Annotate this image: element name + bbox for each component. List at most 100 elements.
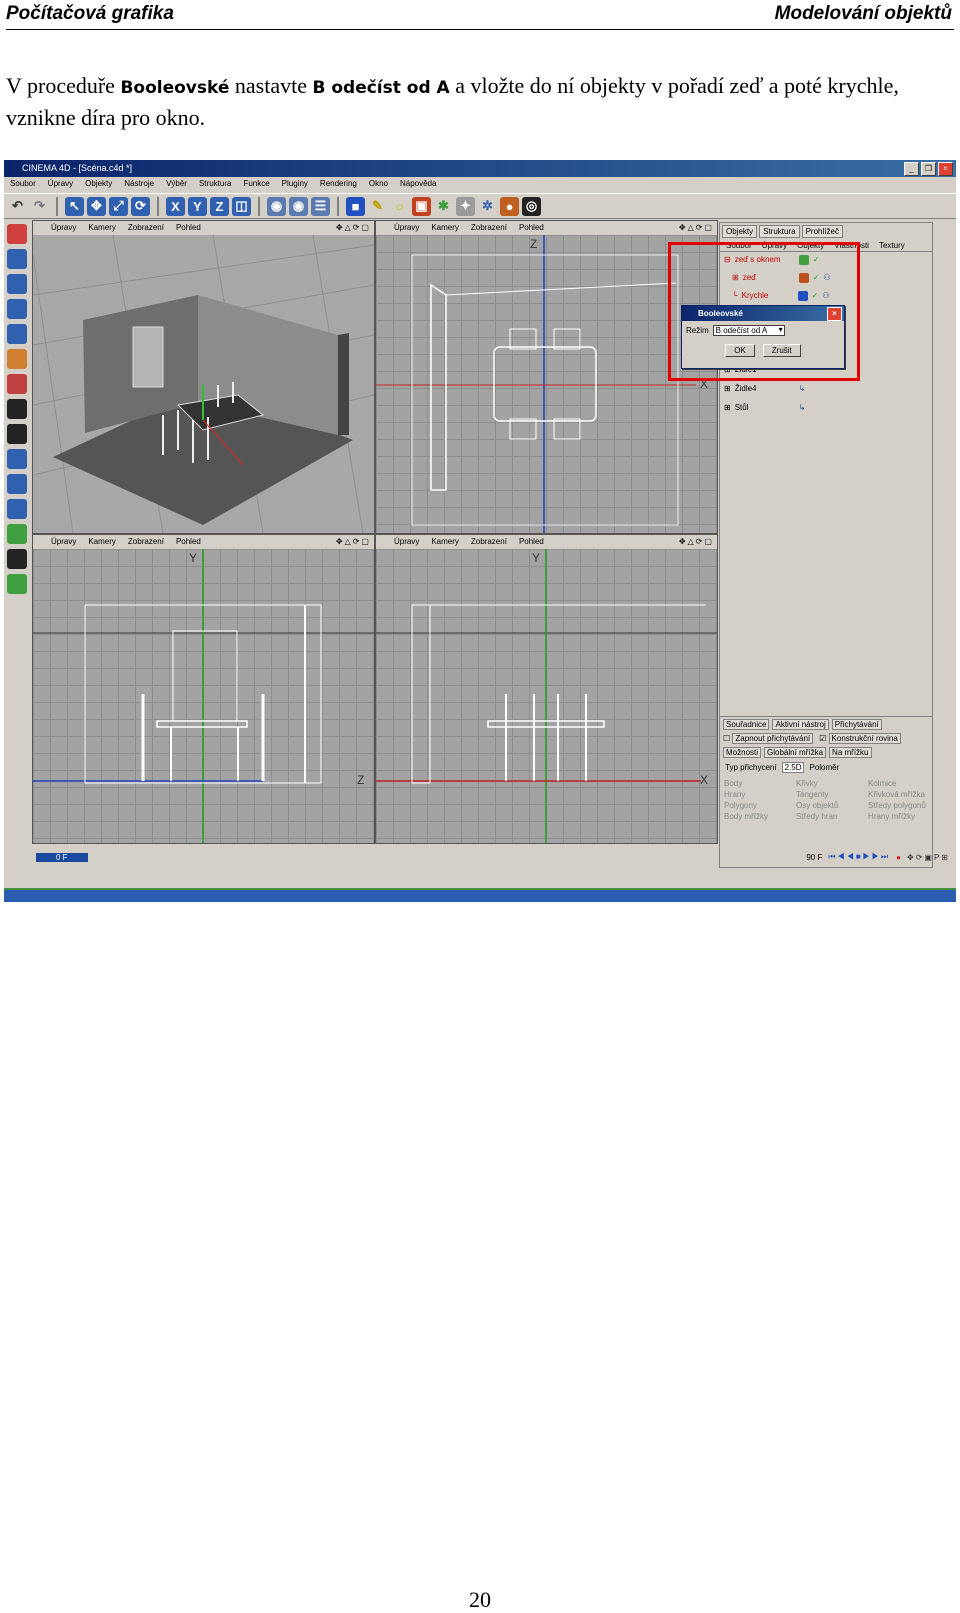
viewport-menu-item[interactable]: Kamery (431, 221, 459, 235)
tool-icon[interactable] (7, 549, 27, 569)
snap-option[interactable]: Hrany (724, 790, 794, 799)
y-axis-icon[interactable]: Y (188, 196, 207, 216)
snap-option[interactable]: Polygony (724, 801, 794, 810)
undo-icon[interactable]: ↶ (8, 197, 27, 216)
tab-browser[interactable]: Prohlížeč (801, 225, 843, 238)
viewport-top[interactable]: Úpravy Kamery Zobrazení Pohled ✥△⟳▢ Z X (375, 220, 718, 534)
viewport-menu-item[interactable]: Pohled (176, 535, 201, 549)
subtab-global-grid[interactable]: Globální mřížka (764, 747, 827, 758)
tab-snapping[interactable]: Přichytávání (831, 719, 882, 730)
array-icon[interactable]: ▣ (412, 196, 431, 216)
tool-icon[interactable] (7, 349, 27, 369)
spline-icon[interactable]: ✎ (368, 197, 387, 216)
tab-active-tool[interactable]: Aktivní nástroj (772, 719, 829, 730)
material-icon[interactable]: ● (500, 196, 519, 216)
tool-icon[interactable] (7, 374, 27, 394)
menu-item[interactable]: Nápověda (400, 177, 436, 191)
viewport-controls-icon[interactable]: ✥△⟳▢ (679, 535, 714, 549)
menu-item[interactable]: Pluginy (282, 177, 308, 191)
snap-option[interactable]: Body (724, 779, 794, 788)
current-frame[interactable]: 0 F (36, 852, 88, 862)
viewport-menu-item[interactable]: Pohled (176, 221, 201, 235)
menu-item[interactable]: Výběr (166, 177, 187, 191)
render-view-icon[interactable]: ◉ (267, 196, 286, 216)
viewport-menu-item[interactable]: Úpravy (394, 221, 419, 235)
viewport-menu-item[interactable]: Zobrazení (128, 535, 164, 549)
render-settings-icon[interactable]: ☰ (311, 196, 330, 216)
redo-icon[interactable]: ↷ (30, 197, 49, 216)
tool-icon[interactable] (7, 524, 27, 544)
subtab-to-grid[interactable]: Na mřížku (829, 747, 872, 758)
tool-icon[interactable] (7, 224, 27, 244)
tool-icon[interactable] (7, 574, 27, 594)
snap-option[interactable]: Hrany mřížky (868, 812, 938, 821)
nurbs-icon[interactable]: ○ (390, 197, 409, 216)
snap-option[interactable]: Body mřížky (724, 812, 794, 821)
menu-item[interactable]: Soubor (10, 177, 36, 191)
viewport-menu-item[interactable]: Pohled (519, 221, 544, 235)
subtab-options[interactable]: Možnosti (723, 747, 762, 758)
record-icon[interactable]: ● (896, 853, 901, 862)
viewport-side[interactable]: Úpravy Kamery Zobrazení Pohled ✥△⟳▢ Y X (375, 534, 718, 844)
viewport-menu-item[interactable]: Kamery (88, 535, 116, 549)
coordinate-system-icon[interactable]: ◫ (232, 196, 251, 216)
object-row[interactable]: ⊞ Židle4 ↳ (724, 382, 805, 396)
viewport-controls-icon[interactable]: ✥△⟳▢ (336, 221, 371, 235)
viewport-controls-icon[interactable]: ✥△⟳▢ (679, 221, 714, 235)
render-picture-icon[interactable]: ◉ (289, 196, 308, 216)
viewport-menu-item[interactable]: Úpravy (51, 221, 76, 235)
viewport-menu-item[interactable]: Zobrazení (128, 221, 164, 235)
scale-icon[interactable]: ⤢ (109, 196, 128, 216)
select-icon[interactable]: ↖ (65, 196, 84, 216)
tab-objects[interactable]: Objekty (722, 225, 758, 238)
rotate-icon[interactable]: ⟳ (131, 196, 150, 216)
tool-icon[interactable] (7, 449, 27, 469)
restore-icon[interactable]: ❐ (921, 162, 936, 176)
scene-icon[interactable]: ✲ (478, 197, 497, 216)
snap-option[interactable]: Křivková mřížka (868, 790, 938, 799)
menu-item[interactable]: Rendering (320, 177, 357, 191)
checker-icon[interactable] (7, 399, 27, 419)
enable-snap-checkbox[interactable]: ☐ Zapnout přichytávání (723, 733, 814, 744)
tool-icon[interactable] (7, 249, 27, 269)
viewport-controls-icon[interactable]: ✥△⟳▢ (336, 535, 371, 549)
playback-controls-icon[interactable]: ⏮◀◀■▶▶⏭ (828, 852, 890, 862)
viewport-menu-item[interactable]: Zobrazení (471, 221, 507, 235)
z-axis-icon[interactable]: Z (210, 196, 229, 216)
deformer-icon[interactable]: ✱ (434, 197, 453, 216)
snap-option[interactable]: Středy hran (796, 812, 866, 821)
menu-item[interactable]: Okno (369, 177, 388, 191)
objmenu-item[interactable]: Textury (879, 241, 905, 250)
tool-icon[interactable] (7, 324, 27, 344)
camera-icon[interactable]: ◎ (522, 196, 541, 216)
snap-type-select[interactable]: 2.5D (781, 762, 805, 773)
viewport-menu-item[interactable]: Kamery (88, 221, 116, 235)
menu-item[interactable]: Struktura (199, 177, 231, 191)
viewport-menu-item[interactable]: Kamery (431, 535, 459, 549)
viewport-perspective[interactable]: Úpravy Kamery Zobrazení Pohled ✥△⟳▢ (32, 220, 375, 534)
cube-icon[interactable]: ■ (346, 196, 365, 216)
menu-item[interactable]: Funkce (243, 177, 269, 191)
close-icon[interactable]: × (938, 162, 953, 176)
move-icon[interactable]: ✥ (87, 196, 106, 216)
tab-structure[interactable]: Struktura (759, 225, 800, 238)
tab-coordinates[interactable]: Souřadnice (723, 719, 770, 730)
minimize-icon[interactable]: _ (904, 162, 919, 176)
menu-item[interactable]: Nástroje (124, 177, 154, 191)
light-icon[interactable]: ✦ (456, 196, 475, 216)
tool-icon[interactable] (7, 474, 27, 494)
object-row[interactable]: ⊞ Stůl ↳ (724, 401, 805, 415)
viewport-menu-item[interactable]: Úpravy (51, 535, 76, 549)
viewport-menu-item[interactable]: Pohled (519, 535, 544, 549)
keyframe-tools-icon[interactable]: ✥⟳▣P⊞ (907, 853, 956, 862)
viewport-menu-item[interactable]: Úpravy (394, 535, 419, 549)
snap-option[interactable]: Kolmice (868, 779, 938, 788)
tool-icon[interactable] (7, 499, 27, 519)
snap-option[interactable]: Křivky (796, 779, 866, 788)
viewport-menu-item[interactable]: Zobrazení (471, 535, 507, 549)
tool-icon[interactable] (7, 299, 27, 319)
checker-icon[interactable] (7, 424, 27, 444)
menu-item[interactable]: Objekty (85, 177, 112, 191)
construction-plane-checkbox[interactable]: ☑ Konstrukční rovina (819, 733, 901, 744)
viewport-front[interactable]: Úpravy Kamery Zobrazení Pohled ✥△⟳▢ Y Z (32, 534, 375, 844)
